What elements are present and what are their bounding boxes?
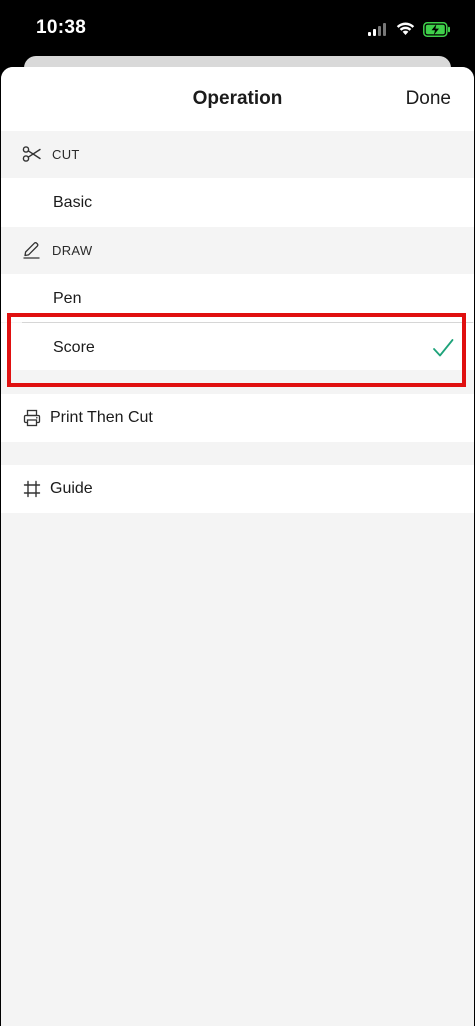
checkmark-icon [433,339,454,357]
list-item-pen[interactable]: Pen [1,274,474,322]
sheet-header: Operation Done [1,67,474,131]
list-item-label: Score [53,339,95,356]
printer-icon [23,409,41,427]
grid-hash-icon [23,480,41,498]
signal-icon [368,22,386,36]
list-item-label: Basic [53,194,93,211]
battery-charging-icon [423,21,450,37]
list-item-print-then-cut[interactable]: Print Then Cut [1,394,474,442]
wifi-icon [396,22,415,35]
list-item-score[interactable]: Score [1,323,474,370]
section-header-cut: CUT [1,131,474,177]
status-bar: 10:38 [0,0,475,58]
operation-sheet: Operation Done CUT Basic DRAW Pen Score [1,67,474,1026]
section-label-cut: CUT [52,147,80,162]
done-button[interactable]: Done [406,88,451,110]
section-label-draw: DRAW [52,243,93,258]
section-header-draw: DRAW [1,227,474,273]
list-item-guide[interactable]: Guide [1,465,474,513]
pen-icon [23,242,40,259]
scissors-icon [22,146,41,162]
list-item-label: Print Then Cut [50,409,153,426]
status-icons [368,20,451,38]
status-time: 10:38 [36,17,87,38]
list-item-basic[interactable]: Basic [1,178,474,227]
list-item-label: Pen [53,290,82,307]
sheet-title: Operation [192,88,283,109]
list-item-label: Guide [50,480,93,497]
